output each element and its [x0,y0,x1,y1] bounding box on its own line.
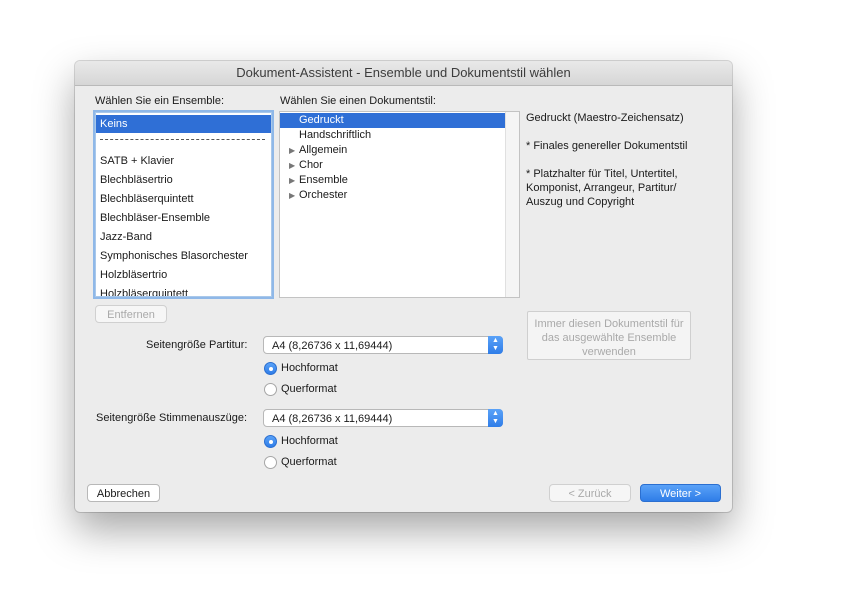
style-item-ensemble[interactable]: ▶ Ensemble [280,173,505,188]
disclosure-triangle-icon[interactable]: ▶ [289,188,295,203]
style-item-label: Handschriftlich [299,129,372,141]
style-tree-scrollbar[interactable] [505,112,519,297]
disclosure-triangle-icon[interactable]: ▶ [289,158,295,173]
parts-page-size-label: Seitengröße Stimmenauszüge: [96,412,248,424]
style-label: Wählen Sie einen Dokumentstil: [280,95,436,107]
ensemble-item[interactable]: Symphonisches Blasorchester [96,247,271,265]
style-item-label: Gedruckt [299,114,344,126]
score-page-size-value: A4 (8,26736 x 11,69444) [272,340,393,352]
ensemble-label: Wählen Sie ein Ensemble: [95,95,225,107]
score-page-size-select[interactable]: A4 (8,26736 x 11,69444) ▲ ▼ [263,336,503,354]
remove-button[interactable]: Entfernen [95,305,167,323]
style-info-line2: * Platzhalter für Titel, Untertitel, Kom… [526,168,678,208]
ensemble-separator [100,139,265,141]
up-down-arrows-icon: ▲ ▼ [488,336,503,354]
style-item-label: Allgemein [299,144,348,156]
window-title: Dokument-Assistent - Ensemble und Dokume… [75,61,732,86]
score-landscape-radio[interactable] [264,383,277,396]
parts-portrait-radio[interactable] [264,435,277,448]
back-button[interactable]: < Zurück [549,484,631,502]
style-info-line1: * Finales genereller Dokumentstil [526,140,688,152]
ensemble-item[interactable]: Blechbläsertrio [96,171,271,189]
style-info-title: Gedruckt (Maestro-Zeichensatz) [526,112,684,124]
ensemble-item[interactable]: Blechbläserquintett [96,190,271,208]
next-button[interactable]: Weiter > [640,484,721,502]
cancel-button[interactable]: Abbrechen [87,484,160,502]
disclosure-triangle-icon[interactable]: ▶ [289,173,295,188]
style-item-label: Orchester [299,189,348,201]
ensemble-item[interactable]: SATB + Klavier [96,152,271,170]
style-item-handschriftlich[interactable]: Handschriftlich [280,128,505,143]
ensemble-item-keins[interactable]: Keins [96,115,271,133]
style-item-label: Ensemble [299,174,348,186]
parts-page-size-select[interactable]: A4 (8,26736 x 11,69444) ▲ ▼ [263,409,503,427]
parts-portrait-label: Hochformat [281,435,338,447]
ensemble-list[interactable]: Keins SATB + Klavier Blechbläsertrio Ble… [95,112,272,297]
style-item-allgemein[interactable]: ▶ Allgemein [280,143,505,158]
ensemble-item[interactable]: Jazz-Band [96,228,271,246]
always-use-style-button[interactable]: Immer diesen Dokumentstil für das ausgew… [527,311,691,360]
style-item-label: Chor [299,159,323,171]
disclosure-triangle-icon[interactable]: ▶ [289,143,295,158]
up-down-arrows-icon: ▲ ▼ [488,409,503,427]
style-tree[interactable]: Gedruckt Handschriftlich ▶ Allgemein ▶ C… [279,111,520,298]
score-landscape-label: Querformat [281,383,337,395]
style-item-chor[interactable]: ▶ Chor [280,158,505,173]
parts-landscape-label: Querformat [281,456,337,468]
document-assistant-window: Dokument-Assistent - Ensemble und Dokume… [75,61,732,512]
parts-landscape-radio[interactable] [264,456,277,469]
style-item-orchester[interactable]: ▶ Orchester [280,188,505,203]
ensemble-item[interactable]: Holzbläserquintett [96,285,271,296]
score-portrait-radio[interactable] [264,362,277,375]
style-item-gedruckt[interactable]: Gedruckt [280,113,505,128]
parts-page-size-value: A4 (8,26736 x 11,69444) [272,413,393,425]
score-page-size-label: Seitengröße Partitur: [146,339,248,351]
ensemble-item[interactable]: Blechbläser-Ensemble [96,209,271,227]
score-portrait-label: Hochformat [281,362,338,374]
ensemble-item[interactable]: Holzbläsertrio [96,266,271,284]
